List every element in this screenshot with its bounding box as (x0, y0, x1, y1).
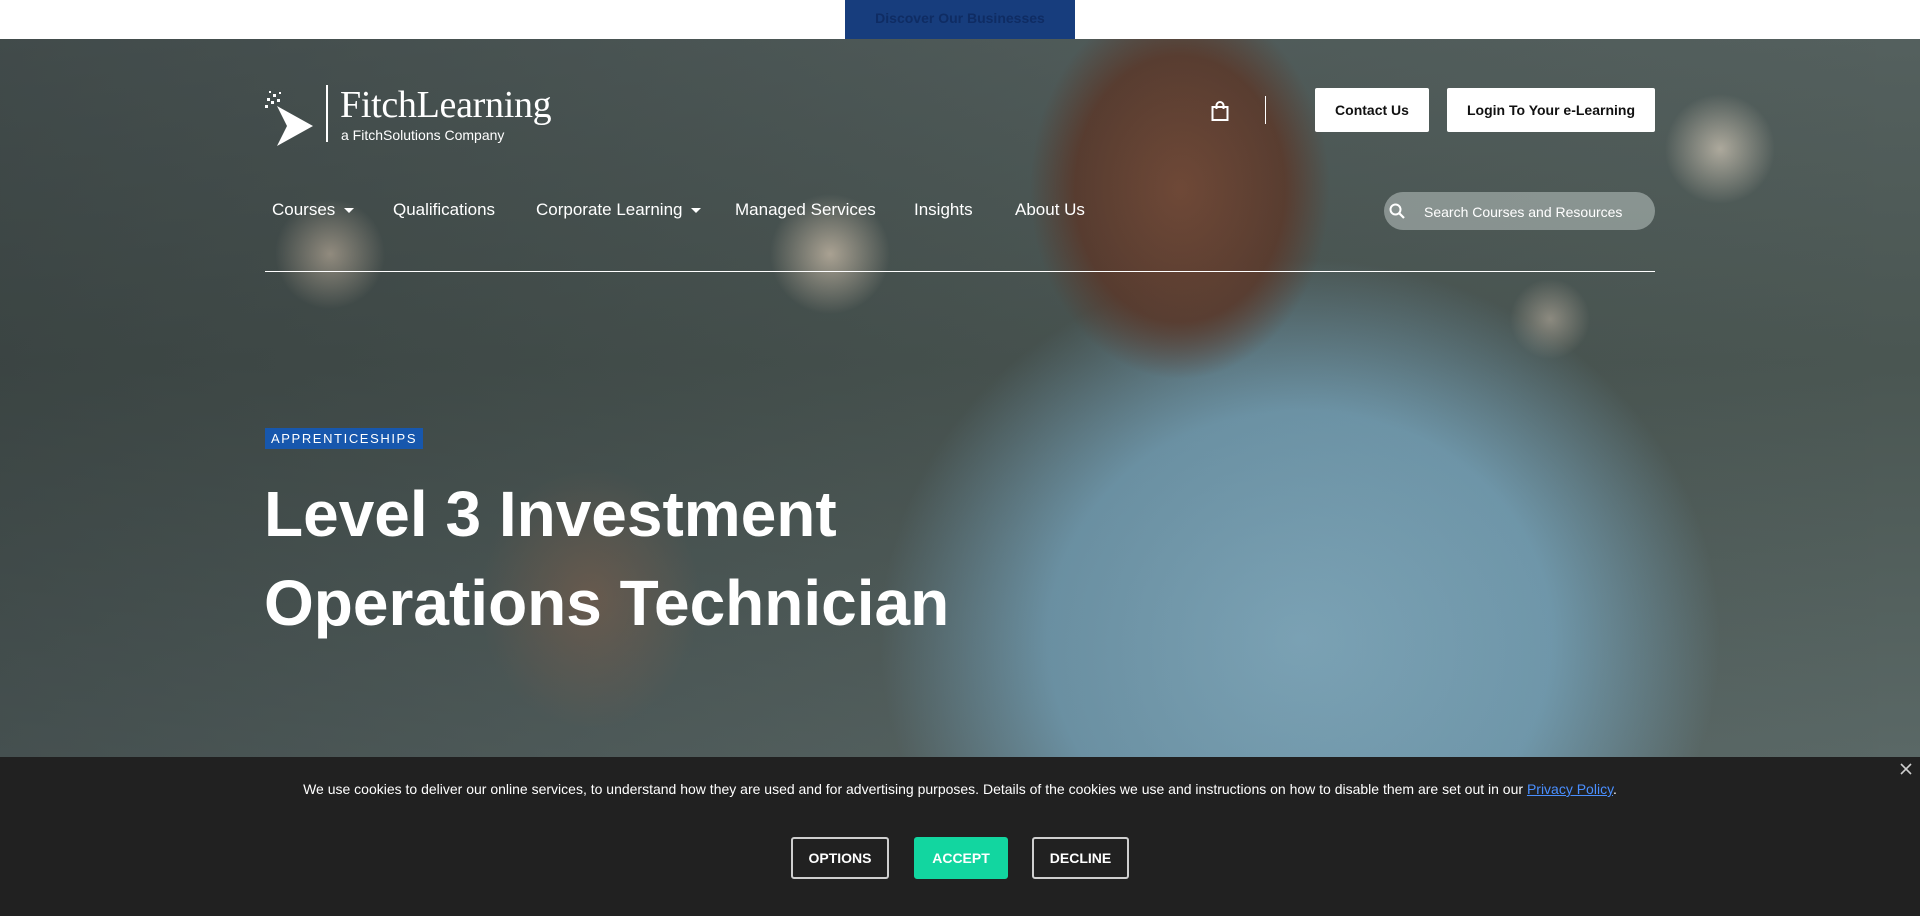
nav-item-label: Managed Services (735, 200, 876, 219)
nav-item-label: About Us (1015, 200, 1085, 219)
nav-item-label: Corporate Learning (536, 200, 683, 219)
cookie-accept-button[interactable]: ACCEPT (914, 837, 1008, 879)
logo-divider (326, 85, 328, 142)
nav-item-label: Insights (914, 200, 973, 219)
category-badge: APPRENTICESHIPS (265, 428, 424, 449)
nav-item-corporate-learning[interactable]: Corporate Learning (536, 193, 702, 227)
header-divider (1265, 96, 1266, 124)
chevron-down-icon (344, 208, 355, 214)
cookie-text-end: . (1613, 781, 1617, 797)
cookie-decline-button[interactable]: DECLINE (1032, 837, 1129, 879)
top-strip: Discover Our Businesses (0, 0, 1920, 39)
nav-item-about-us[interactable]: About Us (1015, 193, 1085, 227)
chevron-down-icon (691, 208, 702, 214)
close-icon[interactable] (1899, 762, 1913, 776)
hero-banner (0, 39, 1920, 759)
brand-tagline: a FitchSolutions Company (341, 127, 505, 143)
privacy-policy-link[interactable]: Privacy Policy (1527, 781, 1613, 797)
brand-name: FitchLearning (340, 84, 552, 126)
shopping-bag-icon[interactable] (1211, 101, 1229, 121)
cookie-message: We use cookies to deliver our online ser… (0, 781, 1920, 797)
nav-item-courses[interactable]: Courses (272, 193, 355, 227)
cookie-banner: We use cookies to deliver our online ser… (0, 757, 1920, 916)
page-title: Level 3 Investment Operations Technician (264, 470, 1164, 648)
login-elearning-button[interactable]: Login To Your e-Learning (1447, 88, 1655, 132)
page-title-line-2: Operations Technician (264, 567, 950, 639)
discover-businesses-button[interactable]: Discover Our Businesses (845, 0, 1075, 39)
cookie-options-button[interactable]: OPTIONS (791, 837, 889, 879)
cookie-text: We use cookies to deliver our online ser… (303, 781, 1527, 797)
search-input[interactable] (1422, 192, 1651, 232)
contact-us-button[interactable]: Contact Us (1315, 88, 1429, 132)
nav-item-qualifications[interactable]: Qualifications (393, 193, 495, 227)
search-icon[interactable] (1388, 202, 1406, 220)
page-title-line-1: Level 3 Investment (264, 478, 837, 550)
fitch-learning-logo[interactable]: FitchLearning a FitchSolutions Company (265, 85, 565, 147)
nav-item-insights[interactable]: Insights (914, 193, 973, 227)
logo-arrow-icon (265, 91, 313, 146)
nav-item-label: Courses (272, 200, 336, 219)
nav-divider (265, 271, 1655, 272)
nav-item-managed-services[interactable]: Managed Services (735, 193, 876, 227)
nav-item-label: Qualifications (393, 200, 496, 219)
